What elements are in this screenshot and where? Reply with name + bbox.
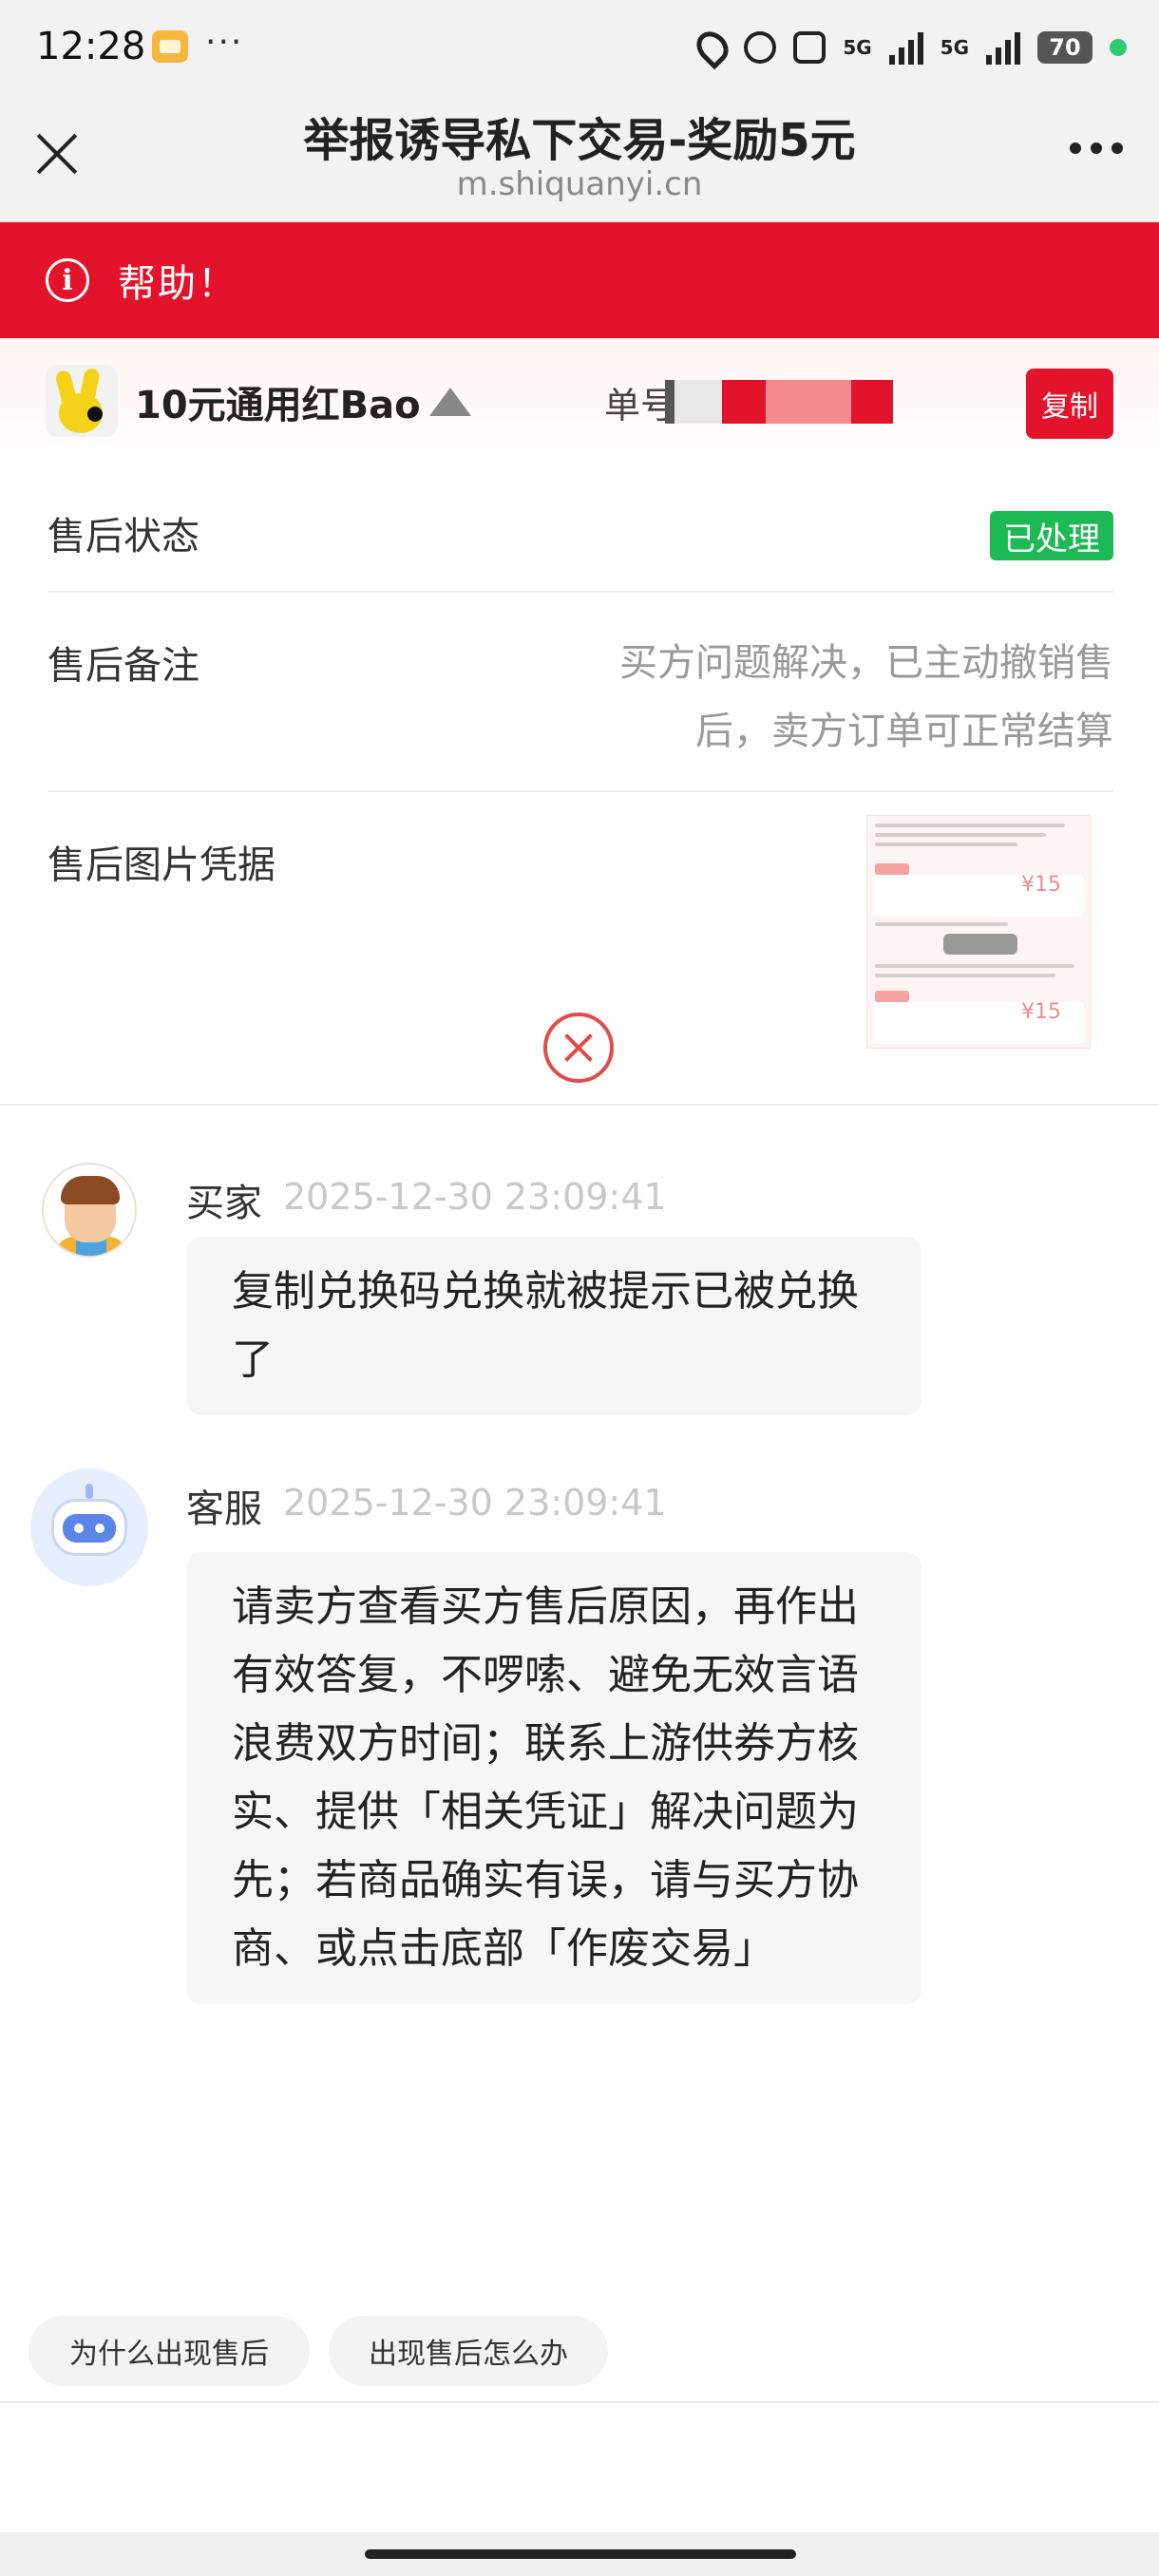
message-time: 2025-12-30 23:09:41 [283,1482,667,1524]
network-type-b: 5G [940,36,969,59]
home-indicator[interactable] [365,2549,796,2559]
more-options-icon[interactable] [1070,142,1123,154]
signal-icon-a [888,30,923,65]
after-sale-note-label: 售后备注 [48,644,200,688]
status-icons: 5G 5G 70 [690,25,1127,70]
info-icon: i [46,258,89,302]
product-name: 10元通用红Bao [135,384,421,427]
status-time: 12:28 [36,25,146,68]
message-bubble: 请卖方查看买方售后原因，再作出有效答复，不啰嗦、避免无效言语浪费双方时间；联系上… [186,1552,922,2004]
location-icon [690,25,735,70]
caret-up-icon[interactable] [429,388,471,416]
evidence-image-thumbnail[interactable]: ¥15 ¥15 [866,815,1091,1049]
section-divider [0,1104,1159,1106]
service-bot-avatar [30,1468,148,1586]
title-bar: 举报诱导私下交易-奖励5元 m.shiquanyi.cn [0,95,1159,222]
quick-reply-what-to-do[interactable]: 出现售后怎么办 [329,2316,608,2386]
more-notifications-icon: ··· [205,23,244,62]
status-bar: 12:28 ··· 5G 5G 70 [0,0,1159,95]
remove-image-icon[interactable] [543,1013,614,1083]
quick-reply-why-after-sale[interactable]: 为什么出现售后 [28,2316,310,2386]
product-header: 10元通用红Bao 单号 复制 [0,338,1159,469]
product-logo [46,365,118,437]
copy-button[interactable]: 复制 [1026,369,1113,439]
message-sender: 客服 [186,1487,262,1531]
bluetooth-icon [744,31,777,64]
after-sale-status-label: 售后状态 [48,515,200,559]
notification-app-icon [152,30,188,63]
system-nav-bar [0,2532,1159,2576]
message-bubble: 复制兑换码兑换就被提示已被兑换了 [186,1237,922,1415]
status-badge: 已处理 [990,511,1113,560]
after-sale-note-value: 买方问题解决，已主动撤销售后，卖方订单可正常结算 [619,641,1113,753]
message-time: 2025-12-30 23:09:41 [283,1176,667,1218]
privacy-indicator-dot [1110,39,1127,56]
help-text: 帮助！ [118,262,238,306]
battery-icon: 70 [1037,31,1092,64]
chat-message-service: 客服 2025-12-30 23:09:41 请卖方查看买方售后原因，再作出有效… [0,1468,1159,2095]
buyer-avatar [42,1163,137,1258]
page-title: 举报诱导私下交易-奖励5元 [303,114,856,167]
help-banner[interactable]: i 帮助！ [0,222,1159,338]
page-url: m.shiquanyi.cn [456,165,703,203]
after-sale-status-row: 售后状态 已处理 [48,469,1113,593]
order-number-redacted [665,380,893,424]
bottom-divider [0,2401,1159,2403]
network-type-a: 5G [843,36,872,59]
message-sender: 买家 [186,1182,262,1225]
after-sale-evidence-label: 售后图片凭据 [48,843,276,887]
chat-message-buyer: 买家 2025-12-30 23:09:41 复制兑换码兑换就被提示已被兑换了 [0,1163,1159,1429]
signal-icon-b [986,30,1020,65]
after-sale-note-row: 售后备注 买方问题解决，已主动撤销售后，卖方订单可正常结算 [48,593,1113,792]
nfc-icon [793,31,826,64]
